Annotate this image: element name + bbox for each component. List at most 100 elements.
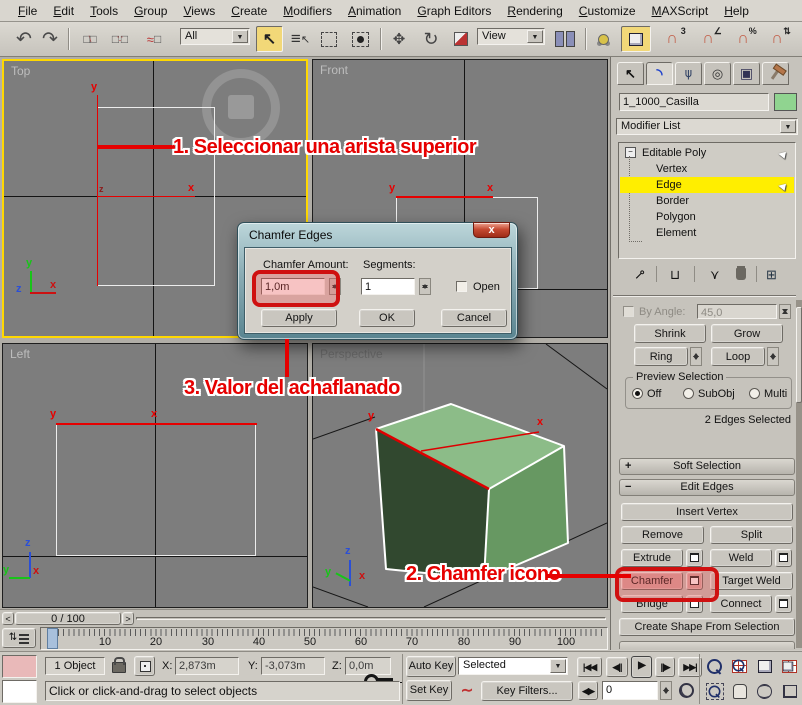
- insert-vertex-button[interactable]: Insert Vertex: [621, 503, 793, 521]
- configure-modifier-sets-icon[interactable]: ⊞: [766, 267, 777, 283]
- open-checkbox[interactable]: [456, 281, 467, 292]
- stack-row-element[interactable]: Element: [620, 225, 794, 241]
- snap-3d-button[interactable]: 3: [658, 26, 686, 52]
- make-unique-icon[interactable]: ⋎: [710, 267, 720, 283]
- angle-snap-button[interactable]: ∠: [694, 26, 722, 52]
- unlink-selection-icon[interactable]: □∵□: [107, 26, 133, 52]
- menu-modifiers[interactable]: Modifiers: [275, 1, 340, 21]
- time-slider-track[interactable]: [136, 617, 606, 620]
- target-weld-button[interactable]: Target Weld: [710, 572, 793, 590]
- current-frame-spinner[interactable]: [660, 681, 672, 700]
- spinner-snap-button[interactable]: ⇅: [763, 26, 791, 52]
- pan-button[interactable]: [728, 680, 751, 702]
- current-frame-field[interactable]: 0: [602, 681, 658, 700]
- key-filters-button[interactable]: Key Filters...: [481, 681, 573, 701]
- object-color-swatch[interactable]: [774, 93, 797, 111]
- menu-tools[interactable]: Tools: [82, 1, 126, 21]
- select-and-scale-button[interactable]: [450, 26, 472, 52]
- bind-to-spacewarp-icon[interactable]: ≈□: [140, 26, 168, 52]
- manipulate-button[interactable]: [592, 26, 615, 52]
- tab-display[interactable]: ▣: [733, 62, 760, 85]
- use-pivot-center-button[interactable]: [551, 26, 579, 52]
- dialog-title[interactable]: Chamfer Edges: [249, 228, 332, 242]
- zoom-button[interactable]: [703, 655, 726, 677]
- stack-row-edge[interactable]: Edge ◄: [620, 177, 794, 193]
- time-configuration-button[interactable]: [676, 681, 696, 700]
- select-by-name-button[interactable]: ≡↖: [288, 26, 313, 52]
- show-end-result-icon[interactable]: ⊔: [670, 267, 680, 283]
- snaps-toggle-button[interactable]: [621, 26, 651, 52]
- menu-graph-editors[interactable]: Graph Editors: [409, 1, 499, 21]
- play-button[interactable]: ▶: [631, 656, 652, 678]
- menu-help[interactable]: Help: [716, 1, 757, 21]
- object-name-field[interactable]: 1_1000_Casilla: [619, 93, 769, 111]
- x-coordinate-field[interactable]: 2,873m: [175, 657, 239, 675]
- ok-button[interactable]: OK: [359, 309, 415, 327]
- rect-selection-region-button[interactable]: [317, 26, 341, 52]
- redo-button[interactable]: ↷: [38, 26, 62, 52]
- selected-filter-dropdown[interactable]: Selected: [458, 657, 568, 675]
- soft-selection-rollout[interactable]: + Soft Selection: [619, 458, 795, 475]
- remove-modifier-icon[interactable]: [736, 268, 746, 280]
- menu-file[interactable]: File: [10, 1, 45, 21]
- by-angle-checkbox[interactable]: [623, 306, 634, 317]
- reference-coord-dropdown[interactable]: View: [477, 28, 545, 45]
- preview-subobj-radio[interactable]: [683, 388, 694, 399]
- zoom-extents-all-button[interactable]: [778, 655, 801, 677]
- current-frame-marker[interactable]: [47, 628, 58, 649]
- percent-snap-button[interactable]: %: [729, 26, 757, 52]
- y-coordinate-field[interactable]: -3,073m: [261, 657, 325, 675]
- tab-motion[interactable]: ◎: [704, 62, 731, 85]
- menu-animation[interactable]: Animation: [340, 1, 409, 21]
- zoom-all-button[interactable]: [728, 655, 751, 677]
- modifier-list-dropdown[interactable]: Modifier List: [616, 118, 798, 135]
- panel-scrollbar-thumb[interactable]: [796, 307, 802, 403]
- menu-create[interactable]: Create: [223, 1, 275, 21]
- key-mode-toggle[interactable]: ◀▶: [578, 681, 598, 700]
- pin-stack-icon[interactable]: ⊸: [630, 264, 650, 284]
- grow-button[interactable]: Grow: [711, 324, 783, 343]
- select-and-link-icon[interactable]: □⧵□: [77, 26, 103, 52]
- apply-button[interactable]: Apply: [261, 309, 337, 327]
- track-ruler[interactable]: 0 10 20 30 40 50 60 70 80 90 100: [40, 627, 608, 650]
- shrink-button[interactable]: Shrink: [634, 324, 706, 343]
- menu-edit[interactable]: Edit: [45, 1, 82, 21]
- ring-spinner[interactable]: [690, 347, 702, 366]
- menu-customize[interactable]: Customize: [571, 1, 644, 21]
- by-angle-spinner[interactable]: [779, 304, 791, 319]
- selection-lock-toggle[interactable]: [110, 656, 128, 676]
- time-prev-frame-button[interactable]: <: [2, 612, 14, 625]
- select-object-button[interactable]: ↖: [256, 26, 283, 52]
- stack-row-border[interactable]: Border: [620, 193, 794, 209]
- weld-button[interactable]: Weld: [710, 549, 772, 567]
- maxscript-macro-pane[interactable]: [2, 655, 37, 678]
- select-and-rotate-button[interactable]: ↻: [419, 26, 443, 52]
- menu-maxscript[interactable]: MAXScript: [644, 1, 717, 21]
- create-shape-button[interactable]: Create Shape From Selection: [619, 618, 795, 636]
- preview-off-radio[interactable]: [632, 388, 643, 399]
- stack-row-polygon[interactable]: Polygon: [620, 209, 794, 225]
- menu-group[interactable]: Group: [126, 1, 175, 21]
- zoom-extents-button[interactable]: [753, 655, 776, 677]
- stack-row-editable-poly[interactable]: − Editable Poly ◄: [620, 145, 794, 161]
- split-button[interactable]: Split: [710, 526, 793, 544]
- cancel-button[interactable]: Cancel: [441, 309, 507, 327]
- window-crossing-button[interactable]: [347, 26, 373, 52]
- select-and-move-button[interactable]: ✥: [387, 26, 411, 52]
- preview-multi-radio[interactable]: [749, 388, 760, 399]
- new-key-curve-icon[interactable]: ∼: [458, 681, 476, 701]
- set-key-button[interactable]: Set Key: [406, 680, 452, 701]
- stack-row-vertex[interactable]: Vertex: [620, 161, 794, 177]
- selection-filter-dropdown[interactable]: All: [180, 28, 250, 45]
- tab-hierarchy[interactable]: ⋔: [675, 62, 702, 85]
- tab-create[interactable]: ↖: [617, 62, 644, 85]
- edit-edges-rollout[interactable]: − Edit Edges: [619, 479, 795, 496]
- mini-curve-editor-button[interactable]: ⇅: [2, 628, 36, 648]
- undo-button[interactable]: ↶: [12, 26, 36, 52]
- region-zoom-button[interactable]: [703, 680, 726, 702]
- min-max-toggle-button[interactable]: [778, 680, 801, 702]
- tab-modify[interactable]: ◝: [646, 62, 673, 85]
- time-next-frame-button[interactable]: >: [122, 612, 134, 625]
- ring-button[interactable]: Ring: [634, 347, 688, 366]
- loop-button[interactable]: Loop: [711, 347, 765, 366]
